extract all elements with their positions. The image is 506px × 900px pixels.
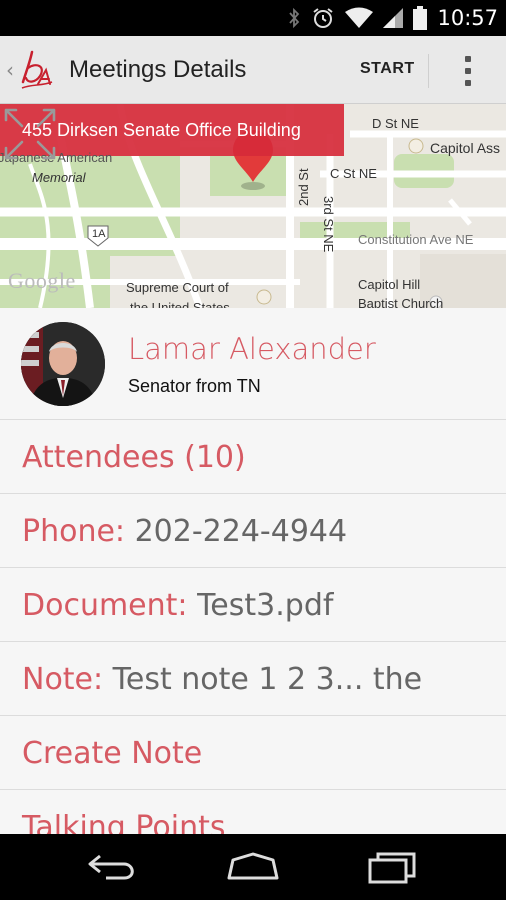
avatar (21, 322, 105, 406)
talking-points-row[interactable]: Talking Points (0, 790, 506, 834)
map-label-2nd-st: 2nd St (296, 168, 311, 206)
attendees-label: Attendees (10) (22, 440, 246, 475)
action-bar: ‹ Meetings Details START (0, 36, 506, 104)
map-label-constitution: Constitution Ave NE (358, 232, 474, 247)
map-label-baptist-church: Baptist Church (358, 296, 444, 308)
wifi-icon (345, 7, 374, 28)
overflow-menu-icon[interactable] (456, 54, 480, 88)
system-nav-bar (0, 834, 506, 900)
actionbar-divider (428, 54, 429, 88)
document-label: Document: (22, 588, 198, 623)
expand-map-icon[interactable] (0, 104, 60, 164)
map-label-c-st: C St NE (330, 166, 377, 181)
location-map[interactable]: 455 Dirksen Senate Office Building Japan… (0, 104, 506, 308)
create-note-label: Create Note (22, 736, 203, 771)
senator-name: Lamar Alexander (128, 332, 376, 366)
recent-apps-icon[interactable] (362, 850, 422, 884)
note-label: Note: (22, 662, 113, 697)
map-label-capitol-hill: Capitol Hill (358, 277, 421, 292)
document-value: Test3.pdf (197, 588, 334, 623)
phone-label: Phone: (22, 514, 135, 549)
create-note-row[interactable]: Create Note (0, 716, 506, 790)
back-icon[interactable] (84, 850, 144, 884)
attendees-row[interactable]: Attendees (10) (0, 420, 506, 494)
map-label-united-states: the United States (130, 300, 230, 308)
alarm-icon (313, 8, 334, 28)
bluetooth-icon (289, 7, 300, 29)
app-logo[interactable] (20, 48, 54, 92)
signal-icon (383, 8, 404, 28)
map-label-3rd-st: 3rd St NE (321, 196, 336, 253)
map-label-capitol: Capitol Ass (430, 140, 501, 156)
start-button[interactable]: START (360, 60, 415, 78)
map-label-memorial: Memorial (32, 170, 86, 185)
map-label-d-st: D St NE (372, 116, 419, 131)
clock-time: 10:57 (437, 6, 498, 30)
note-row[interactable]: Note: Test note 1 2 3... the (0, 642, 506, 716)
meeting-details-list: Lamar Alexander Senator from TN Attendee… (0, 308, 506, 834)
senator-subtitle: Senator from TN (128, 376, 261, 396)
up-caret-icon[interactable]: ‹ (6, 58, 14, 82)
note-value: Test note 1 2 3... the (112, 662, 423, 697)
phone-value: 202-224-4944 (134, 514, 348, 549)
senator-row[interactable]: Lamar Alexander Senator from TN (0, 308, 506, 420)
map-label-route: 1A (92, 228, 106, 240)
talking-points-label: Talking Points (22, 810, 226, 834)
page-title: Meetings Details (69, 56, 247, 83)
google-logo: Google (8, 268, 76, 293)
battery-icon (413, 6, 428, 30)
status-bar: 10:57 (0, 0, 506, 36)
phone-row[interactable]: Phone: 202-224-4944 (0, 494, 506, 568)
map-label-supreme-court: Supreme Court of (126, 280, 229, 295)
home-icon[interactable] (223, 850, 283, 884)
document-row[interactable]: Document: Test3.pdf (0, 568, 506, 642)
